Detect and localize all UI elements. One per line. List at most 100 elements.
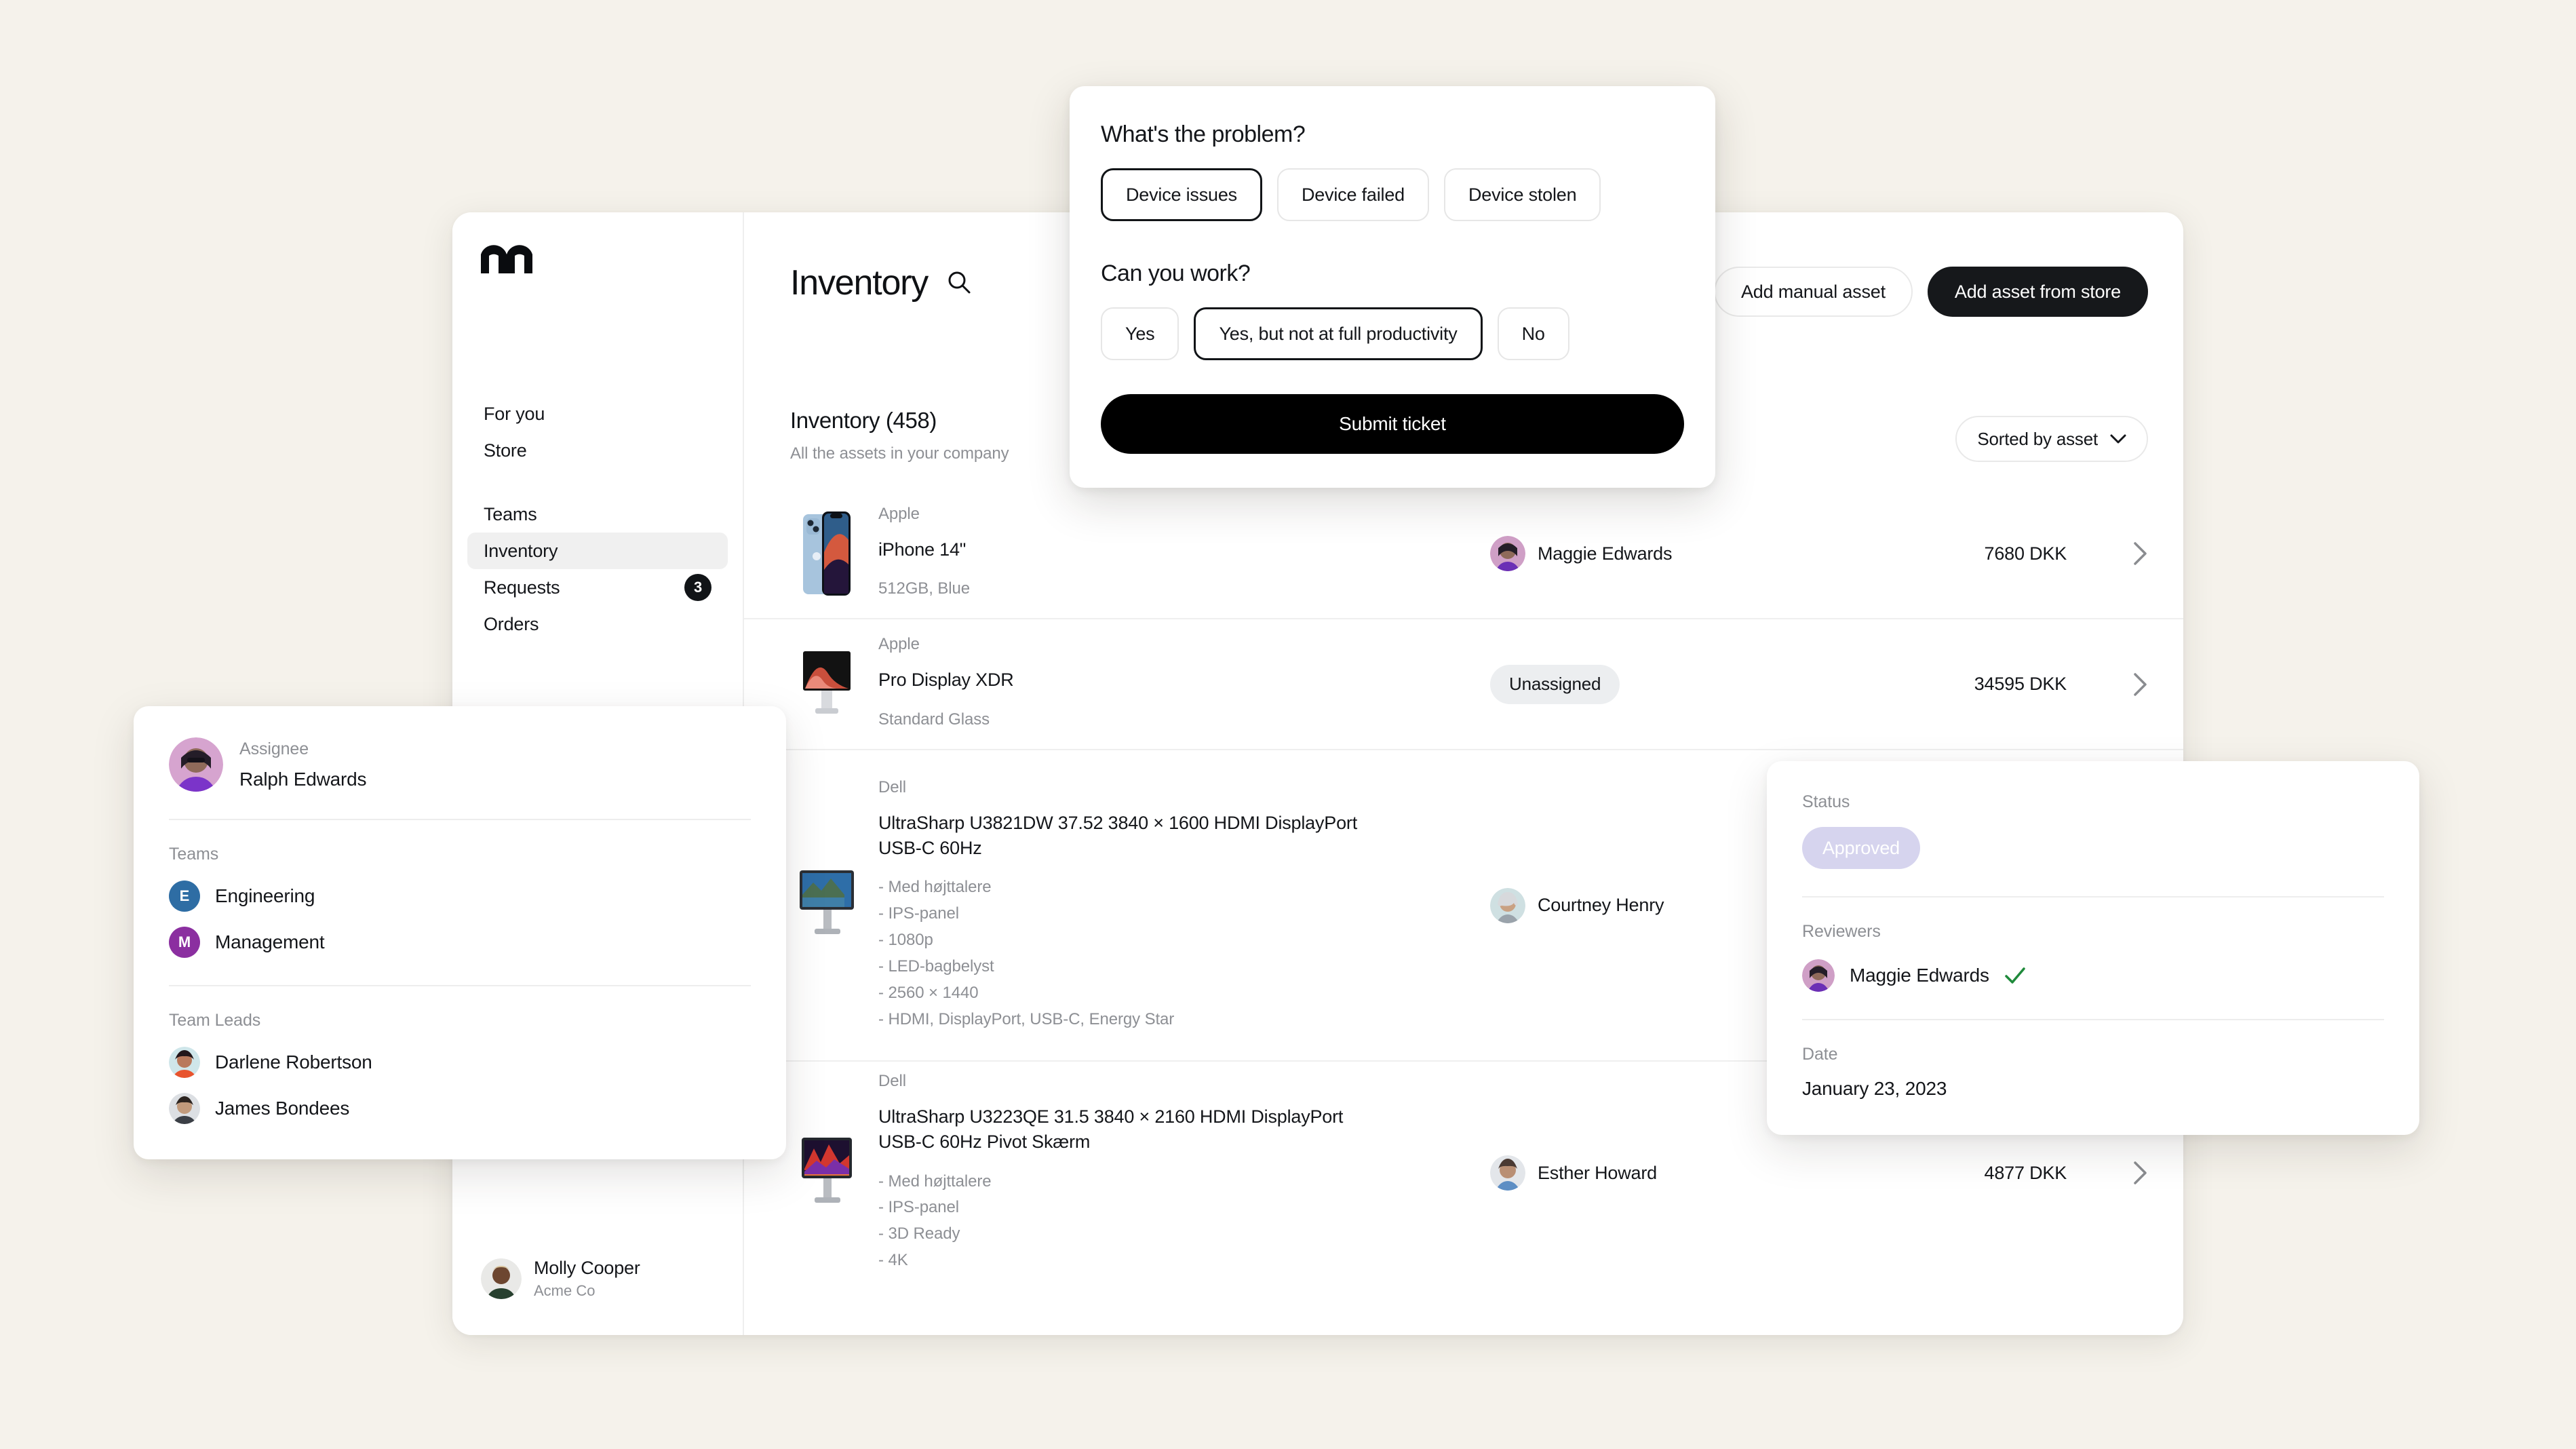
row-spec: Standard Glass xyxy=(878,710,990,729)
submit-ticket-button[interactable]: Submit ticket xyxy=(1101,394,1684,454)
sidebar-item-requests[interactable]: Requests 3 xyxy=(467,569,728,606)
row-chevron[interactable] xyxy=(2067,1161,2148,1185)
team-name: Management xyxy=(215,931,325,952)
search-icon[interactable] xyxy=(945,269,973,296)
reviewers-label: Reviewers xyxy=(1802,922,1881,941)
row-price: 7680 DKK xyxy=(1984,543,2067,564)
row-assignee[interactable]: Unassigned xyxy=(1490,664,1870,704)
assignee-card: Assignee Ralph Edwards Teams E Engineeri… xyxy=(134,706,786,1159)
row-assignee[interactable]: Esther Howard xyxy=(1490,1155,1870,1191)
row-brand: Apple xyxy=(878,635,920,654)
sidebar-item-inventory[interactable]: Inventory xyxy=(467,533,728,569)
sidebar-item-teams[interactable]: Teams xyxy=(467,496,728,533)
table-row[interactable]: Apple Pro Display XDR Standard Glass Una… xyxy=(744,618,2183,749)
status-card: Status Approved Reviewers Maggie Edwards… xyxy=(1767,761,2419,1135)
row-brand: Dell xyxy=(878,1072,906,1090)
list-item[interactable]: James Bondees xyxy=(169,1093,751,1124)
sidebar-user-org: Acme Co xyxy=(534,1281,596,1299)
add-asset-from-store-button[interactable]: Add asset from store xyxy=(1927,267,2148,317)
row-spec: - Med højttalere - IPS-panel - 1080p - L… xyxy=(878,878,1175,1028)
row-name: UltraSharp U3821DW 37.52 3840 × 1600 HDM… xyxy=(878,812,1358,858)
table-row[interactable]: Apple iPhone 14" 512GB, Blue Maggie Edwa… xyxy=(744,489,2183,618)
sidebar-user-profile[interactable]: Molly Cooper Acme Co xyxy=(481,1257,640,1300)
modal-question-problem: What's the problem? xyxy=(1101,121,1306,147)
option-yes-not-full-productivity[interactable]: Yes, but not at full productivity xyxy=(1194,307,1483,360)
sidebar-item-store[interactable]: Store xyxy=(467,432,728,469)
section-header: Inventory (458) All the assets in your c… xyxy=(790,408,1009,463)
avatar xyxy=(481,1258,522,1299)
sidebar-item-label: For you xyxy=(484,403,545,424)
inventory-count-title: Inventory (458) xyxy=(790,408,937,433)
sidebar-item-label: Teams xyxy=(484,503,537,524)
product-thumbnail-iphone xyxy=(790,511,863,596)
problem-options: Device issues Device failed Device stole… xyxy=(1101,168,1684,221)
option-device-failed[interactable]: Device failed xyxy=(1276,168,1429,221)
page-header: Inventory xyxy=(790,263,973,303)
avatar xyxy=(1802,959,1835,992)
check-icon xyxy=(2005,967,2025,984)
avatar xyxy=(169,737,223,792)
row-assignee[interactable]: Maggie Edwards xyxy=(1490,536,1870,571)
requests-badge: 3 xyxy=(684,574,711,601)
assignee-name: Esther Howard xyxy=(1538,1162,1657,1183)
sidebar-item-label: Requests xyxy=(484,577,560,598)
avatar xyxy=(169,1047,200,1078)
status-label: Status xyxy=(1802,792,1850,811)
divider xyxy=(1802,1019,2384,1020)
row-brand: Dell xyxy=(878,777,906,796)
report-problem-modal: What's the problem? Device issues Device… xyxy=(1070,86,1715,488)
row-chevron[interactable] xyxy=(2067,541,2148,566)
status-badge: Approved xyxy=(1802,827,1920,869)
teams-label: Teams xyxy=(169,845,219,864)
divider xyxy=(169,985,751,986)
team-leads-list: Darlene Robertson James Bondees xyxy=(169,1047,751,1124)
option-no[interactable]: No xyxy=(1497,307,1569,360)
list-item[interactable]: Maggie Edwards xyxy=(1802,959,2384,992)
list-item[interactable]: Darlene Robertson xyxy=(169,1047,751,1078)
option-device-stolen[interactable]: Device stolen xyxy=(1443,168,1601,221)
option-yes[interactable]: Yes xyxy=(1101,307,1179,360)
sidebar-item-label: Orders xyxy=(484,613,539,634)
list-item[interactable]: E Engineering xyxy=(169,881,751,912)
product-thumbnail-prodisplay xyxy=(790,647,863,722)
sort-dropdown[interactable]: Sorted by asset xyxy=(1955,416,2148,462)
team-leads-label: Team Leads xyxy=(169,1011,261,1030)
assignee-header: Assignee Ralph Edwards xyxy=(169,737,751,792)
sidebar-item-label: Inventory xyxy=(484,540,558,561)
row-chevron[interactable] xyxy=(2067,672,2148,697)
sidebar-item-orders[interactable]: Orders xyxy=(467,606,728,642)
row-spec: 512GB, Blue xyxy=(878,579,970,598)
add-manual-asset-button[interactable]: Add manual asset xyxy=(1713,267,1913,317)
status-badge: Unassigned xyxy=(1490,664,1620,704)
sidebar-nav: For you Store Teams Inventory Requests 3 xyxy=(467,395,728,642)
can-work-options: Yes Yes, but not at full productivity No xyxy=(1101,307,1684,360)
assignee-name: Maggie Edwards xyxy=(1538,543,1673,564)
team-initial-badge: M xyxy=(169,927,200,958)
page-title: Inventory xyxy=(790,263,929,303)
screen: For you Store Teams Inventory Requests 3 xyxy=(0,0,2576,1449)
teams-list: E Engineering M Management xyxy=(169,881,751,958)
date-label: Date xyxy=(1802,1045,1838,1064)
m-logo-icon xyxy=(481,241,532,273)
avatar xyxy=(1490,887,1525,923)
chevron-right-icon xyxy=(2134,672,2147,696)
header-actions: Add manual asset Add asset from store xyxy=(1713,267,2148,317)
divider xyxy=(1802,896,2384,897)
row-price: 4877 DKK xyxy=(1984,1162,2067,1183)
assignee-label: Assignee xyxy=(239,739,309,758)
sidebar-item-for-you[interactable]: For you xyxy=(467,395,728,432)
divider xyxy=(169,819,751,820)
avatar xyxy=(1490,1155,1525,1191)
list-item[interactable]: M Management xyxy=(169,927,751,958)
team-initial-badge: E xyxy=(169,881,200,912)
sidebar-user-name: Molly Cooper xyxy=(534,1258,640,1279)
sidebar-item-label: Store xyxy=(484,440,527,461)
reviewer-name: Maggie Edwards xyxy=(1850,965,1989,986)
row-price: 34595 DKK xyxy=(1974,674,2067,694)
product-thumbnail-u3821dw xyxy=(790,868,863,944)
row-name: Pro Display XDR xyxy=(878,670,1014,691)
avatar xyxy=(169,1093,200,1124)
team-name: Engineering xyxy=(215,885,315,906)
row-name: UltraSharp U3223QE 31.5 3840 × 2160 HDMI… xyxy=(878,1106,1344,1153)
option-device-issues[interactable]: Device issues xyxy=(1101,168,1262,221)
